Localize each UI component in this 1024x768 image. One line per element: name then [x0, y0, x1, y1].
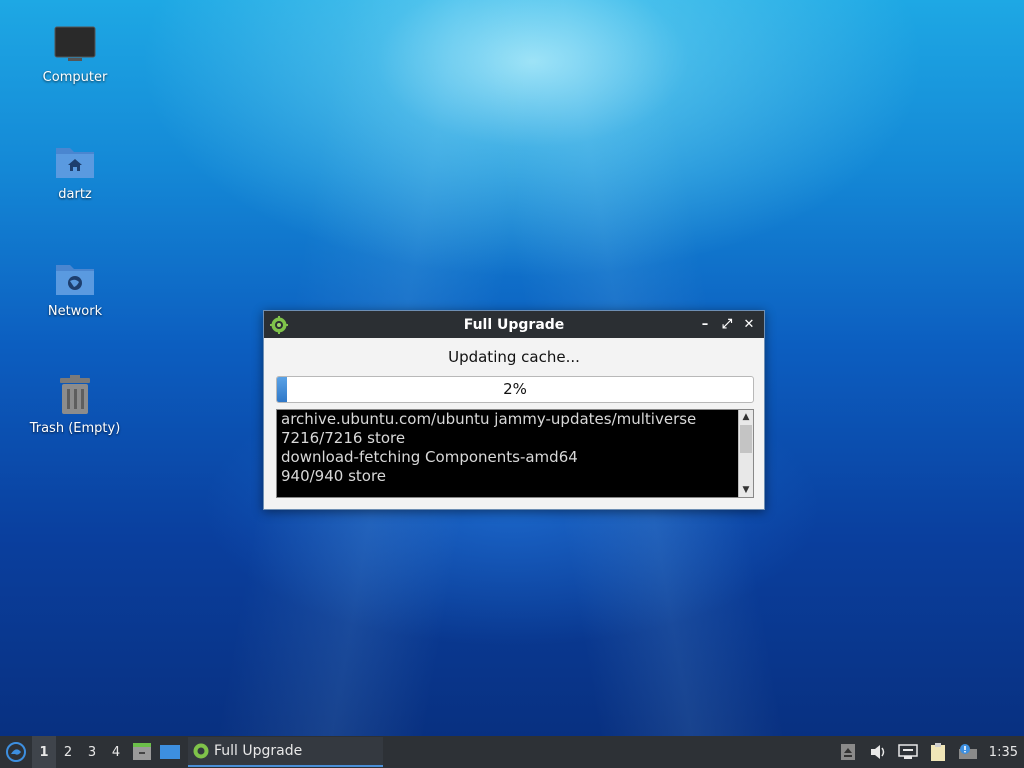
network-folder-icon [53, 256, 97, 300]
home-folder-icon [53, 139, 97, 183]
scroll-down-arrow-icon[interactable]: ▼ [739, 483, 753, 497]
system-tray: 1:35 [833, 736, 1024, 768]
network-icon[interactable] [893, 736, 923, 768]
workspace-2[interactable]: 2 [56, 736, 80, 768]
trash-icon [53, 373, 97, 417]
desktop-icon-label: Trash (Empty) [29, 421, 121, 436]
gear-icon [193, 743, 209, 759]
log-line: download-fetching Components-amd64 [281, 448, 578, 466]
clipboard-icon[interactable] [923, 736, 953, 768]
scroll-thumb[interactable] [740, 425, 752, 453]
scroll-up-arrow-icon[interactable]: ▲ [739, 410, 753, 424]
log-scrollbar[interactable]: ▲ ▼ [738, 410, 753, 497]
workspace-4[interactable]: 4 [104, 736, 128, 768]
file-cabinet-icon [133, 743, 151, 760]
update-notifier-icon[interactable] [953, 736, 983, 768]
taskbar: 1 2 3 4 Full Upgrade 1:35 [0, 736, 1024, 768]
desktop-icon-label: Network [47, 304, 103, 319]
desktop-icon-network[interactable]: Network [20, 256, 130, 319]
log-line: 940/940 store [281, 467, 387, 485]
desktop-icon-trash[interactable]: Trash (Empty) [20, 373, 130, 436]
file-manager-launcher[interactable] [128, 736, 156, 768]
workspace-1[interactable]: 1 [32, 736, 56, 768]
status-label: Updating cache... [448, 348, 580, 366]
maximize-button[interactable]: ⤢ [718, 316, 736, 334]
task-full-upgrade[interactable]: Full Upgrade [188, 737, 383, 767]
volume-icon[interactable] [863, 736, 893, 768]
log-line: archive.ubuntu.com/ubuntu jammy-updates/… [281, 410, 697, 428]
log-lines: archive.ubuntu.com/ubuntu jammy-updates/… [281, 410, 737, 486]
progress-bar: 2% [276, 376, 754, 403]
minimize-button[interactable]: – [696, 316, 714, 334]
eject-icon[interactable] [833, 736, 863, 768]
desktop-icon-home[interactable]: dartz [20, 139, 130, 202]
workspace-3[interactable]: 3 [80, 736, 104, 768]
desktop-icon-label: dartz [58, 187, 92, 202]
desktop-icon-computer[interactable]: Computer [20, 22, 130, 85]
log-output[interactable]: archive.ubuntu.com/ubuntu jammy-updates/… [276, 409, 754, 498]
window-titlebar[interactable]: Full Upgrade – ⤢ ✕ [264, 311, 764, 338]
clock[interactable]: 1:35 [983, 745, 1024, 760]
computer-icon [53, 22, 97, 66]
task-label: Full Upgrade [214, 743, 303, 759]
log-line: 7216/7216 store [281, 429, 406, 447]
window-title: Full Upgrade [463, 316, 565, 333]
desktop-icon-label: Computer [42, 70, 108, 85]
start-menu-button[interactable] [0, 736, 32, 768]
progress-percent: 2% [503, 380, 527, 398]
desktop-icon [160, 745, 180, 759]
gear-app-icon [270, 315, 288, 334]
lubuntu-logo-icon [6, 742, 26, 762]
close-button[interactable]: ✕ [740, 316, 758, 334]
show-desktop-launcher[interactable] [156, 736, 184, 768]
full-upgrade-window: Full Upgrade – ⤢ ✕ Updating cache... 2% … [263, 310, 765, 510]
